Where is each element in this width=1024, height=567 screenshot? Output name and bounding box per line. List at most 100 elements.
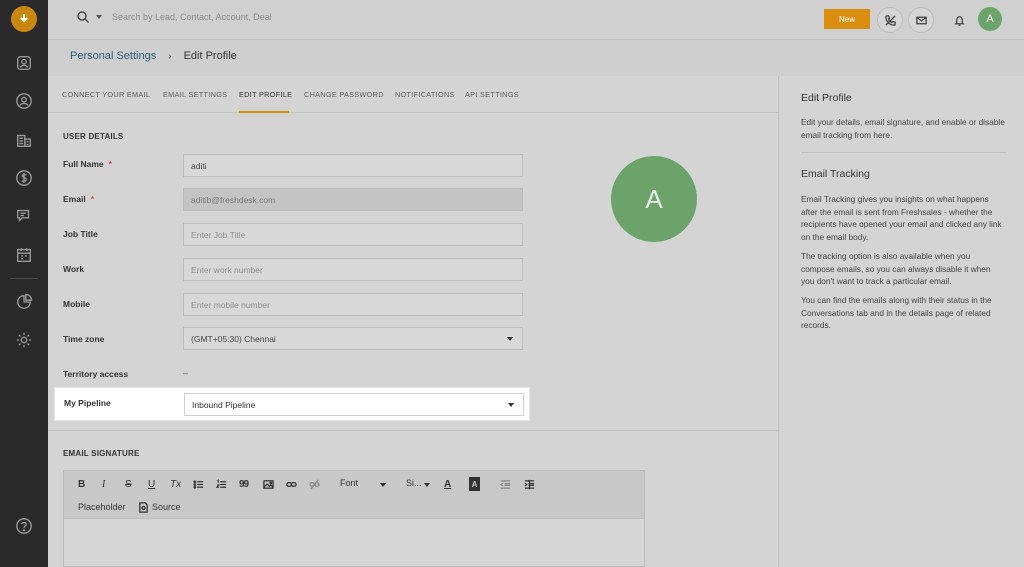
pipeline-value: Inbound Pipeline — [192, 399, 256, 410]
unlink-button[interactable] — [309, 477, 320, 491]
edit-profile-help-text: Edit your details, email signature, and … — [801, 117, 1005, 140]
bold-button[interactable]: B — [78, 477, 85, 491]
edit-profile-help-title: Edit Profile — [801, 92, 852, 104]
contact-circle-icon — [17, 56, 31, 70]
mobile-input[interactable]: Enter mobile number — [183, 293, 523, 316]
numbered-list-button[interactable] — [216, 477, 227, 491]
italic-button[interactable]: I — [102, 477, 105, 491]
topbar: New A — [48, 0, 1024, 40]
job-title-input[interactable]: Enter Job Title — [183, 223, 523, 246]
text-color-button[interactable]: A — [444, 477, 451, 491]
background-color-button[interactable]: A — [469, 477, 480, 491]
sidebar-item-deals[interactable] — [14, 168, 34, 188]
user-avatar[interactable]: A — [978, 7, 1002, 31]
image-icon — [263, 479, 274, 489]
placeholder-button[interactable]: Placeholder — [78, 502, 126, 512]
territory-value: – — [183, 368, 189, 378]
pie-chart-icon — [17, 293, 33, 309]
tab-connect-email[interactable]: CONNECT YOUR EMAIL — [62, 90, 150, 99]
numbered-list-icon — [216, 478, 227, 488]
email-button[interactable] — [908, 7, 934, 33]
search-bar — [76, 10, 412, 24]
size-chevron-down-icon — [424, 483, 430, 487]
search-input[interactable] — [112, 12, 412, 22]
underline-button[interactable]: U — [148, 477, 155, 491]
mail-icon — [915, 16, 927, 24]
source-icon — [138, 500, 149, 514]
outdent-icon — [500, 479, 511, 489]
link-button[interactable] — [286, 477, 297, 491]
work-label: Work — [63, 264, 85, 274]
link-icon — [286, 481, 297, 487]
logo-icon — [20, 14, 28, 23]
sidebar-item-leads[interactable] — [14, 91, 34, 111]
time-zone-select[interactable]: (GMT+05:30) Chennai — [183, 327, 523, 350]
size-select[interactable]: Si... — [406, 478, 422, 488]
email-tracking-text-2: The tracking option is also available wh… — [801, 251, 991, 287]
sidebar-item-conversations[interactable] — [14, 206, 34, 226]
sidebar-item-help[interactable] — [14, 516, 34, 536]
pipeline-select[interactable]: Inbound Pipeline — [184, 393, 524, 416]
user-details-title: USER DETAILS — [63, 132, 124, 141]
job-title-label: Job Title — [63, 229, 98, 239]
settings-tabs: CONNECT YOUR EMAIL EMAIL SETTINGS EDIT P… — [48, 76, 779, 113]
territory-label: Territory access — [63, 369, 129, 379]
phone-button[interactable] — [877, 7, 903, 33]
phone-off-icon — [884, 14, 896, 26]
tab-api-settings[interactable]: API SETTINGS — [465, 90, 519, 99]
font-select[interactable]: Font — [340, 478, 358, 488]
indent-button[interactable] — [524, 477, 535, 491]
user-icon — [16, 93, 32, 109]
pipeline-label: My Pipeline — [64, 398, 111, 408]
work-phone-input[interactable]: Enter work number — [183, 258, 523, 281]
sidebar-item-calendar[interactable] — [14, 245, 34, 265]
clear-format-button[interactable]: Tx — [170, 477, 181, 491]
full-name-field[interactable]: aditi — [183, 154, 523, 177]
app-logo[interactable] — [11, 6, 37, 32]
profile-avatar[interactable]: A — [611, 156, 697, 242]
font-chevron-down-icon — [380, 483, 386, 487]
tab-notifications[interactable]: NOTIFICATIONS — [395, 90, 455, 99]
help-icon — [16, 518, 32, 534]
bullet-list-icon — [193, 479, 204, 489]
sidebar-divider — [10, 278, 38, 279]
pipeline-row: My Pipeline Inbound Pipeline — [54, 387, 530, 421]
new-button[interactable]: New — [824, 9, 870, 29]
sidebar-item-accounts[interactable] — [14, 130, 34, 150]
chat-icon — [17, 209, 30, 223]
time-zone-value: (GMT+05:30) Chennai — [191, 333, 276, 344]
tab-change-password[interactable]: CHANGE PASSWORD — [304, 90, 384, 99]
blockquote-button[interactable]: 99 — [239, 477, 249, 491]
source-button[interactable]: Source — [152, 502, 181, 512]
notifications-button[interactable] — [946, 7, 972, 33]
active-tab-indicator — [239, 111, 289, 113]
tab-email-settings[interactable]: EMAIL SETTINGS — [163, 90, 227, 99]
sidebar-item-settings[interactable] — [14, 330, 34, 350]
sidebar-item-reports[interactable] — [14, 292, 34, 312]
search-scope-chevron-down-icon[interactable] — [96, 15, 102, 19]
unlink-icon — [309, 479, 320, 489]
email-tracking-title: Email Tracking — [801, 168, 870, 180]
image-button[interactable] — [263, 477, 274, 491]
email-tracking-text-1: Email Tracking gives you insights on wha… — [801, 194, 1002, 243]
section-divider — [48, 430, 779, 431]
time-zone-label: Time zone — [63, 334, 105, 344]
dollar-icon — [16, 170, 32, 186]
full-name-label: Full Name * — [63, 159, 112, 169]
bell-icon — [953, 15, 965, 26]
editor-toolbar: B I S U Tx 99 Font Si... A A Placeholder… — [64, 471, 644, 519]
chevron-down-icon — [508, 402, 514, 407]
strikethrough-button[interactable]: S — [125, 477, 132, 491]
main-panel: CONNECT YOUR EMAIL EMAIL SETTINGS EDIT P… — [48, 76, 779, 567]
tab-edit-profile[interactable]: EDIT PROFILE — [239, 90, 292, 99]
search-icon[interactable] — [76, 10, 90, 24]
outdent-button[interactable] — [500, 477, 511, 491]
sidebar-item-contacts[interactable] — [14, 53, 34, 73]
email-field: aditib@freshdesk.com — [183, 188, 523, 211]
help-panel: Edit Profile Edit your details, email si… — [780, 76, 1024, 567]
sidebar — [0, 0, 48, 567]
email-signature-title: EMAIL SIGNATURE — [63, 449, 140, 458]
breadcrumb-personal-settings[interactable]: Personal Settings — [70, 50, 156, 62]
bullet-list-button[interactable] — [193, 477, 204, 491]
chevron-down-icon — [507, 336, 513, 341]
